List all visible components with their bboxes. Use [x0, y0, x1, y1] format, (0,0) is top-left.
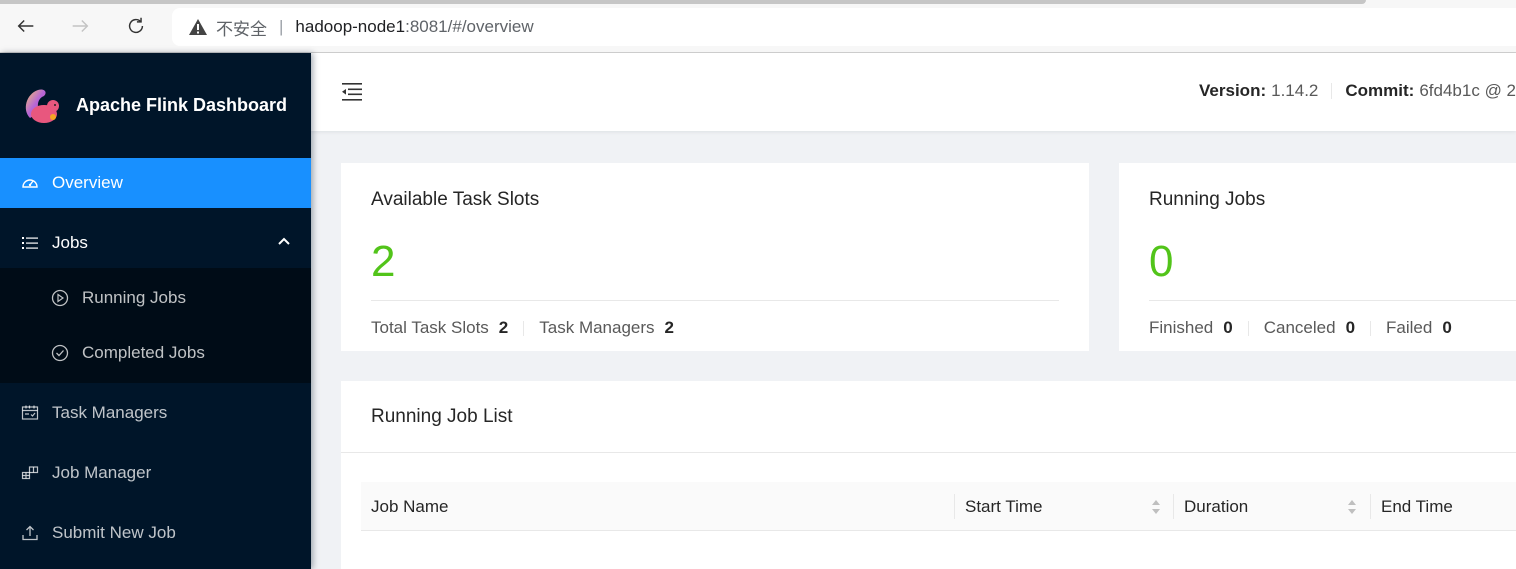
divider [1331, 83, 1333, 99]
back-button[interactable] [12, 12, 40, 40]
card-footer: Finished 0 Canceled 0 Failed 0 [1149, 318, 1452, 338]
menu-fold-icon[interactable] [341, 81, 363, 103]
failed-value: 0 [1442, 318, 1452, 337]
jobs-submenu: Running Jobs Completed Jobs [0, 268, 311, 383]
play-circle-icon [50, 288, 70, 308]
address-separator: | [279, 17, 284, 36]
sidebar-item-jobs[interactable]: Jobs [0, 218, 311, 268]
address-bar[interactable]: 不安全 | hadoop-node1:8081/#/overview [172, 8, 1516, 46]
divider [1370, 320, 1372, 336]
warning-triangle-icon [189, 19, 207, 35]
column-start-time[interactable]: Start Time [955, 482, 1042, 531]
running-jobs-card: Running Jobs 0 Finished 0 Canceled 0 Fai… [1119, 163, 1516, 351]
list-icon [20, 233, 40, 253]
column-duration[interactable]: Duration [1174, 482, 1248, 531]
browser-toolbar: 不安全 | hadoop-node1:8081/#/overview [0, 0, 1516, 53]
running-jobs-value: 0 [1149, 237, 1174, 286]
sidebar-item-running-jobs[interactable]: Running Jobs [0, 273, 311, 323]
arrow-right-icon [72, 19, 89, 33]
sidebar-item-submit-new-job[interactable]: Submit New Job [0, 508, 311, 558]
divider [1149, 300, 1516, 301]
sidebar-item-completed-jobs[interactable]: Completed Jobs [0, 328, 311, 378]
dashboard-icon [20, 173, 40, 193]
card-title: Available Task Slots [371, 189, 540, 210]
canceled-label: Canceled [1263, 318, 1336, 337]
url-host: hadoop-node1 [295, 17, 406, 36]
job-table-header: Job Name Start Time Duration End Time [361, 482, 1516, 531]
commit-label: Commit: [1345, 81, 1415, 100]
arrow-left-icon [17, 19, 34, 33]
top-header: Version: 1.14.2 Commit: 6fd4b1c @ 2 [311, 53, 1516, 131]
divider [371, 300, 1059, 301]
check-circle-icon [50, 343, 70, 363]
sidebar-item-label: Overview [52, 173, 123, 192]
app-title: Apache Flink Dashboard [76, 95, 288, 115]
list-header: Running Job List [341, 381, 1516, 453]
security-status[interactable]: 不安全 [216, 15, 267, 40]
total-task-slots-value: 2 [498, 318, 509, 337]
forward-button[interactable] [66, 12, 94, 40]
task-managers-value: 2 [664, 318, 675, 337]
card-footer: Total Task Slots 2 Task Managers 2 [371, 318, 674, 338]
divider [523, 320, 525, 336]
finished-label: Finished [1149, 318, 1214, 337]
failed-label: Failed [1386, 318, 1433, 337]
available-task-slots-card: Available Task Slots 2 Total Task Slots … [341, 163, 1089, 351]
available-slots-value: 2 [371, 237, 396, 286]
logo-row[interactable]: Apache Flink Dashboard [0, 53, 311, 158]
sort-icon[interactable] [1151, 498, 1161, 516]
chevron-up-icon [278, 237, 290, 245]
task-managers-label: Task Managers [539, 318, 655, 337]
list-title: Running Job List [371, 406, 513, 427]
sidebar-item-job-manager[interactable]: Job Manager [0, 448, 311, 498]
url-path: :8081/#/overview [405, 17, 534, 36]
browser-tab-strip [0, 0, 1366, 4]
sidebar-item-label: Task Managers [52, 403, 168, 422]
canceled-value: 0 [1345, 318, 1356, 337]
schedule-icon [20, 403, 40, 423]
sort-icon[interactable] [1347, 498, 1357, 516]
sidebar-item-task-managers[interactable]: Task Managers [0, 388, 311, 438]
sidebar-item-label: Submit New Job [52, 523, 176, 542]
sidebar-item-overview[interactable]: Overview [0, 158, 311, 208]
version-info: Version: 1.14.2 Commit: 6fd4b1c @ 2 [1199, 81, 1516, 101]
upload-icon [20, 523, 40, 543]
sidebar-item-label: Completed Jobs [82, 343, 205, 362]
sidebar-item-label: Running Jobs [82, 288, 186, 307]
column-end-time[interactable]: End Time [1371, 482, 1453, 531]
running-job-list-card: Running Job List Job Name Start Time Dur… [341, 381, 1516, 569]
sidebar-item-label: Job Manager [52, 463, 152, 482]
card-title: Running Jobs [1149, 189, 1266, 210]
version-label: Version: [1199, 81, 1267, 100]
version-value: 1.14.2 [1271, 81, 1319, 100]
flink-squirrel-logo-icon [25, 88, 59, 123]
sidebar: Apache Flink Dashboard Overview Jobs Run… [0, 53, 311, 569]
reload-button[interactable] [122, 12, 150, 40]
commit-value: 6fd4b1c @ 2 [1419, 81, 1516, 100]
divider [1247, 320, 1249, 336]
sidebar-item-label: Jobs [52, 233, 88, 252]
finished-value: 0 [1223, 318, 1233, 337]
column-job-name[interactable]: Job Name [361, 482, 448, 531]
build-icon [20, 463, 40, 483]
reload-icon [128, 17, 144, 34]
total-task-slots-label: Total Task Slots [371, 318, 489, 337]
